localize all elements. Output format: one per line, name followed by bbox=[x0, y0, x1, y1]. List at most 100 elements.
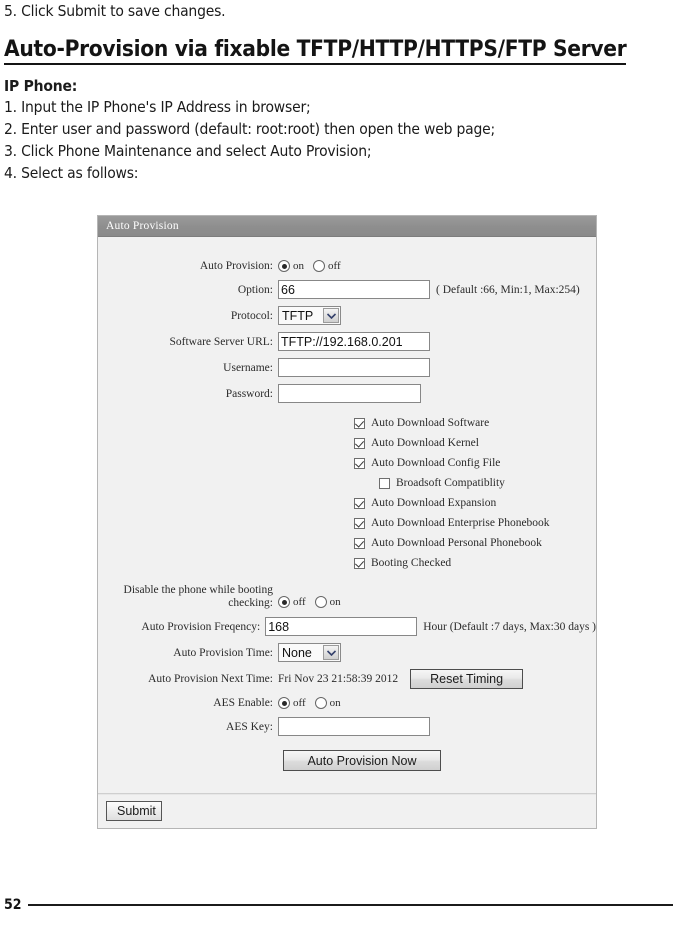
auto-provision-frequency-hint: Hour (Default :7 days, Max:30 days ) bbox=[423, 620, 596, 633]
panel-header-title: Auto Provision bbox=[98, 216, 596, 237]
checkbox-auto-download-personal-phonebook[interactable] bbox=[354, 537, 365, 549]
field-auto-provision: Auto Provision: on off bbox=[98, 259, 596, 273]
aes-key-input[interactable] bbox=[278, 717, 430, 736]
panel-footer: Submit bbox=[98, 794, 596, 828]
footer-rule bbox=[27, 903, 673, 907]
checkbox-label: Auto Download Expansion bbox=[371, 497, 497, 509]
field-auto-provision-frequency: Auto Provision Freqency: Hour (Default :… bbox=[98, 617, 596, 636]
protocol-select-value: TFTP bbox=[282, 308, 314, 323]
ip-phone-heading: IP Phone: bbox=[4, 77, 78, 95]
auto-provision-now-button[interactable]: Auto Provision Now bbox=[283, 750, 441, 771]
field-password: Password: bbox=[98, 384, 596, 403]
field-aes-enable: AES Enable: off on bbox=[98, 696, 596, 710]
checkbox-label: Auto Download Config File bbox=[371, 457, 501, 469]
username-input[interactable] bbox=[278, 358, 430, 377]
checkbox-broadsoft-compatiblity[interactable] bbox=[379, 477, 390, 489]
checkbox-auto-download-kernel[interactable] bbox=[354, 437, 365, 449]
checkbox-row-auto-download-personal-phonebook[interactable]: Auto Download Personal Phonebook bbox=[98, 537, 596, 549]
page-number: 52 bbox=[4, 897, 22, 913]
submit-button[interactable]: Submit bbox=[106, 801, 162, 821]
auto-provision-radio-group[interactable]: on off bbox=[278, 260, 350, 272]
protocol-select[interactable]: TFTP bbox=[278, 306, 341, 325]
auto-provision-radio-on[interactable] bbox=[278, 260, 290, 272]
auto-provision-radio-off-label: off bbox=[328, 260, 341, 272]
auto-provision-label: Auto Provision: bbox=[199, 260, 273, 272]
checkbox-label: Auto Download Kernel bbox=[371, 437, 479, 449]
field-software-server-url: Software Server URL: bbox=[98, 332, 596, 351]
disable-phone-booting-label: Disable the phone while booting checking… bbox=[98, 583, 278, 610]
protocol-label: Protocol: bbox=[230, 309, 273, 322]
auto-provision-panel: Auto Provision Auto Provision: on off Op… bbox=[97, 215, 597, 829]
step-5-text: 5. Click Submit to save changes. bbox=[4, 2, 226, 20]
steps-list: 1. Input the IP Phone's IP Address in br… bbox=[4, 96, 495, 184]
aes-enable-radio-group[interactable]: off on bbox=[278, 697, 350, 709]
checkbox-row-auto-download-expansion[interactable]: Auto Download Expansion bbox=[98, 497, 596, 509]
list-item: 2. Enter user and password (default: roo… bbox=[4, 120, 496, 138]
auto-provision-radio-off[interactable] bbox=[313, 260, 325, 272]
list-item: 3. Click Phone Maintenance and select Au… bbox=[4, 142, 372, 160]
disable-phone-booting-radio-on-label: on bbox=[329, 596, 341, 608]
checkbox-row-auto-download-enterprise-phonebook[interactable]: Auto Download Enterprise Phonebook bbox=[98, 517, 596, 529]
checkbox-row-auto-download-software[interactable]: Auto Download Software bbox=[98, 417, 596, 429]
auto-provision-next-time-label: Auto Provision Next Time: bbox=[148, 673, 273, 685]
software-server-url-input[interactable] bbox=[278, 332, 430, 351]
checkbox-auto-download-enterprise-phonebook[interactable] bbox=[354, 517, 365, 529]
aes-enable-radio-on-label: on bbox=[329, 697, 341, 709]
checkbox-label: Auto Download Enterprise Phonebook bbox=[371, 517, 550, 529]
auto-provision-time-select-value: None bbox=[282, 645, 312, 660]
page-title: Auto-Provision via fixable TFTP/HTTP/HTT… bbox=[4, 36, 627, 65]
download-options-group: Auto Download Software Auto Download Ker… bbox=[98, 417, 596, 569]
checkbox-row-auto-download-config-file[interactable]: Auto Download Config File bbox=[98, 457, 596, 469]
disable-phone-booting-label-line2: checking: bbox=[228, 597, 273, 609]
auto-provision-frequency-input[interactable] bbox=[265, 617, 418, 636]
aes-key-label: AES Key: bbox=[226, 720, 273, 733]
field-auto-provision-next-time: Auto Provision Next Time: Fri Nov 23 21:… bbox=[98, 669, 596, 689]
list-item: 4. Select as follows: bbox=[4, 164, 139, 182]
list-item: 1. Input the IP Phone's IP Address in br… bbox=[4, 98, 311, 116]
reset-timing-button[interactable]: Reset Timing bbox=[410, 669, 524, 689]
auto-provision-time-label: Auto Provision Time: bbox=[173, 646, 273, 659]
software-server-url-label: Software Server URL: bbox=[169, 335, 273, 348]
field-username: Username: bbox=[98, 358, 596, 377]
checkbox-row-auto-download-kernel[interactable]: Auto Download Kernel bbox=[98, 437, 596, 449]
page-footer: 52 bbox=[4, 897, 673, 913]
option-hint: ( Default :66, Min:1, Max:254) bbox=[436, 283, 580, 296]
field-option: Option: ( Default :66, Min:1, Max:254) bbox=[98, 280, 596, 299]
checkbox-auto-download-expansion[interactable] bbox=[354, 497, 365, 509]
disable-phone-booting-radio-off[interactable] bbox=[278, 596, 290, 608]
checkbox-label: Broadsoft Compatiblity bbox=[396, 477, 505, 489]
checkbox-row-booting-checked[interactable]: Booting Checked bbox=[98, 557, 596, 569]
aes-enable-radio-off-label: off bbox=[293, 697, 306, 709]
aes-enable-label: AES Enable: bbox=[213, 697, 273, 709]
disable-phone-booting-radio-group[interactable]: off on bbox=[278, 596, 350, 608]
auto-provision-now-row: Auto Provision Now bbox=[98, 750, 596, 771]
field-protocol: Protocol: TFTP bbox=[98, 306, 596, 325]
panel-body: Auto Provision: on off Option: ( Default… bbox=[98, 237, 596, 794]
field-disable-phone-booting: Disable the phone while booting checking… bbox=[98, 583, 596, 610]
checkbox-label: Booting Checked bbox=[371, 557, 452, 569]
disable-phone-booting-label-line1: Disable the phone while booting bbox=[123, 584, 273, 596]
password-label: Password: bbox=[225, 387, 273, 400]
option-input[interactable] bbox=[278, 280, 430, 299]
disable-phone-booting-radio-off-label: off bbox=[293, 596, 306, 608]
chevron-down-icon[interactable] bbox=[323, 308, 339, 323]
checkbox-booting-checked[interactable] bbox=[354, 557, 365, 569]
checkbox-label: Auto Download Software bbox=[371, 417, 490, 429]
checkbox-auto-download-config-file[interactable] bbox=[354, 457, 365, 469]
field-auto-provision-time: Auto Provision Time: None bbox=[98, 643, 596, 662]
option-label: Option: bbox=[237, 283, 273, 296]
field-aes-key: AES Key: bbox=[98, 717, 596, 736]
aes-enable-radio-off[interactable] bbox=[278, 697, 290, 709]
password-input[interactable] bbox=[278, 384, 421, 403]
auto-provision-radio-on-label: on bbox=[293, 260, 304, 272]
checkbox-row-broadsoft-compatiblity[interactable]: Broadsoft Compatiblity bbox=[98, 477, 596, 489]
auto-provision-next-time-value: Fri Nov 23 21:58:39 2012 bbox=[278, 673, 399, 685]
chevron-down-icon[interactable] bbox=[323, 645, 339, 660]
auto-provision-time-select[interactable]: None bbox=[278, 643, 341, 662]
checkbox-auto-download-software[interactable] bbox=[354, 417, 365, 429]
username-label: Username: bbox=[223, 361, 273, 374]
aes-enable-radio-on[interactable] bbox=[314, 697, 327, 709]
checkbox-label: Auto Download Personal Phonebook bbox=[371, 537, 542, 549]
auto-provision-frequency-label: Auto Provision Freqency: bbox=[141, 620, 261, 633]
disable-phone-booting-radio-on[interactable] bbox=[314, 596, 327, 608]
